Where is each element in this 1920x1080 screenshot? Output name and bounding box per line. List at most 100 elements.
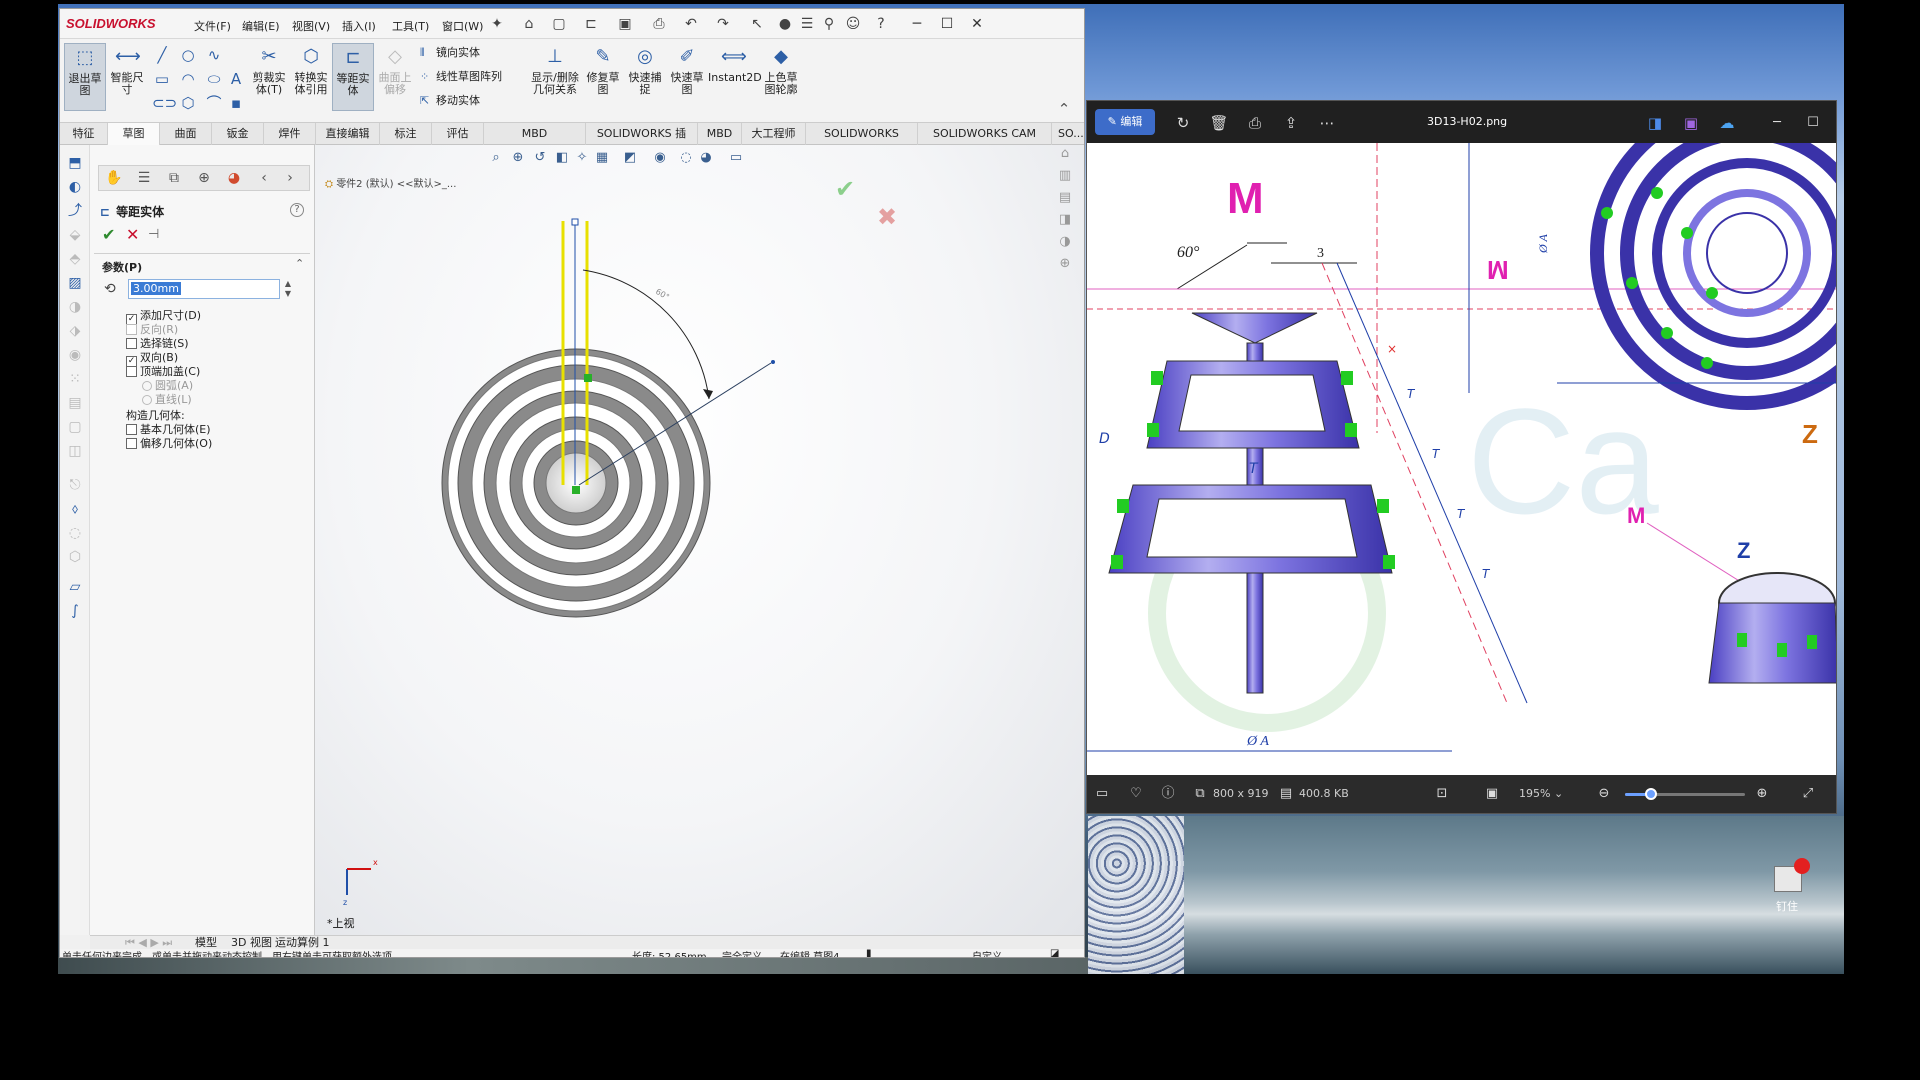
tab-scroll-right-icon[interactable]: ›: [277, 168, 303, 188]
tab-evaluate[interactable]: 评估: [432, 123, 484, 145]
helix-icon[interactable]: ∫: [65, 601, 85, 621]
checkbox-base-geometry[interactable]: 基本几何体(E): [126, 423, 211, 437]
pushpin-icon[interactable]: ⊣: [148, 227, 159, 242]
trim-button[interactable]: ✂ 剪裁实体(T): [248, 43, 290, 111]
photos-close-icon[interactable]: ✕: [1835, 113, 1836, 133]
cancel-x-icon[interactable]: ✕: [126, 225, 139, 244]
tab-more[interactable]: SO...: [1052, 123, 1084, 145]
quick-snaps-button[interactable]: ◎ 快速捕捉: [624, 43, 666, 111]
fillet-feature-icon[interactable]: ◉: [65, 345, 85, 365]
traffic-light-icon[interactable]: ●: [776, 15, 794, 33]
offset-distance-input[interactable]: 3.00mm: [128, 279, 280, 299]
tab-sketch[interactable]: 草图: [108, 123, 160, 145]
display-relations-button[interactable]: ⊥ 显示/删除几何关系: [530, 43, 580, 111]
filmstrip-icon[interactable]: ▭: [1093, 785, 1111, 803]
menu-window[interactable]: 窗口(W): [442, 18, 483, 34]
redo-icon[interactable]: ↷: [714, 15, 732, 33]
property-manager-icon[interactable]: ☰: [131, 168, 157, 188]
draft-icon[interactable]: ◫: [65, 441, 85, 461]
rib-icon[interactable]: ▤: [65, 393, 85, 413]
fit-to-window-icon[interactable]: ▣: [1483, 785, 1501, 803]
slot-icon[interactable]: ⊂⊃: [152, 93, 177, 113]
shaded-sketch-button[interactable]: ◆ 上色草图轮廓: [760, 43, 802, 111]
help-icon[interactable]: ?: [872, 15, 890, 33]
print-icon[interactable]: ⎙: [1245, 113, 1265, 133]
new-icon[interactable]: ▢: [550, 15, 568, 33]
zoom-slider[interactable]: [1625, 788, 1745, 800]
reference-geometry-icon[interactable]: ⬨: [65, 499, 85, 519]
move-entities-button[interactable]: ⇱ 移动实体: [420, 91, 480, 111]
collapse-ribbon-icon[interactable]: ⌃: [1054, 99, 1074, 119]
rapid-sketch-button[interactable]: ✐ 快速草图: [666, 43, 708, 111]
photos-minimize-icon[interactable]: ─: [1765, 113, 1789, 133]
surface-offset-button[interactable]: ◇ 曲面上偏移: [374, 43, 416, 111]
dimxpert-icon[interactable]: ⊕: [191, 168, 217, 188]
tab-mbd[interactable]: MBD: [698, 123, 742, 145]
pin-icon[interactable]: ✦: [488, 15, 506, 33]
menu-view[interactable]: 视图(V): [292, 18, 330, 34]
point-icon[interactable]: ▪: [226, 93, 246, 113]
plane-icon[interactable]: ▱: [65, 577, 85, 597]
repair-sketch-button[interactable]: ✎ 修复草图: [582, 43, 624, 111]
open-icon[interactable]: ⊏: [582, 15, 600, 33]
desktop-pin-shortcut[interactable]: 钉住: [1764, 856, 1814, 916]
tab-weldments[interactable]: 焊件: [264, 123, 316, 145]
graphics-area[interactable]: ⌕ ⊕ ↺ ◧ ✧ ▦ ◩ ◉ ◌ ◕ ▭ ⛭ 零件2 (默认) <<默认>_.…: [315, 145, 1085, 935]
rectangle-icon[interactable]: ▭: [152, 69, 172, 89]
text-icon[interactable]: A: [226, 69, 246, 89]
checkbox-bidirectional[interactable]: ✓ 双向(B): [126, 351, 178, 367]
fullscreen-icon[interactable]: ⤢: [1799, 785, 1817, 803]
clipchamp-icon[interactable]: ▣: [1681, 113, 1701, 133]
relation-marker[interactable]: [584, 374, 592, 382]
offset-entities-button[interactable]: ⊏ 等距实体: [332, 43, 374, 111]
help-button[interactable]: ?: [290, 203, 304, 217]
radio-lines[interactable]: 直线(L): [142, 393, 192, 407]
fillet-icon[interactable]: ⌒: [204, 93, 224, 113]
wrap-icon[interactable]: ⎋: [65, 475, 85, 495]
info-icon[interactable]: ⓘ: [1159, 785, 1177, 803]
tab-solidworks-cam-tbm[interactable]: SOLIDWORKS CAM TBM: [918, 123, 1052, 162]
tab-sheet-metal[interactable]: 钣金: [212, 123, 264, 145]
revolve-icon[interactable]: ◐: [65, 177, 85, 197]
paint-app-icon[interactable]: ◨: [1645, 113, 1665, 133]
ok-check-icon[interactable]: ✔: [102, 225, 115, 244]
edit-button[interactable]: ✎ 编辑: [1095, 109, 1155, 135]
convert-entities-button[interactable]: ⬡ 转换实体引用: [290, 43, 332, 111]
minimize-icon[interactable]: ─: [903, 13, 931, 35]
cut-extrude-icon[interactable]: ▨: [65, 273, 85, 293]
zoom-in-icon[interactable]: ⊕: [1753, 785, 1771, 803]
close-icon[interactable]: ✕: [963, 13, 991, 35]
line-icon[interactable]: ╱: [152, 45, 172, 65]
polygon-icon[interactable]: ⬡: [178, 93, 198, 113]
checkbox-offset-geometry[interactable]: 偏移几何体(O): [126, 437, 212, 451]
checkbox-cap-ends[interactable]: 顶端加盖(C): [126, 365, 200, 379]
radio-arcs[interactable]: 圆弧(A): [142, 379, 193, 393]
undo-icon[interactable]: ↶: [682, 15, 700, 33]
delete-icon[interactable]: 🗑: [1209, 113, 1229, 133]
onedrive-icon[interactable]: ☁: [1717, 113, 1737, 133]
visual-search-icon[interactable]: ⊡: [1433, 785, 1451, 803]
spline-icon[interactable]: ∿: [204, 45, 224, 65]
zoom-level-dropdown[interactable]: 195% ⌄: [1519, 787, 1563, 800]
tab-solidworks-addins[interactable]: SOLIDWORKS 插件: [586, 123, 698, 162]
tab-surfaces[interactable]: 曲面: [160, 123, 212, 145]
angled-line-endpoint[interactable]: [771, 360, 775, 364]
solidworks-logo[interactable]: SOLIDWORKS: [66, 16, 156, 31]
checkbox-add-dimensions[interactable]: ✓ 添加尺寸(D): [126, 309, 201, 325]
pattern-icon[interactable]: ⁙: [65, 369, 85, 389]
tab-solidworks-cam[interactable]: SOLIDWORKS CAM: [806, 123, 918, 162]
collapse-caret-icon[interactable]: ⌃: [295, 257, 304, 270]
photos-maximize-icon[interactable]: ☐: [1801, 113, 1825, 133]
menu-tools[interactable]: 工具(T): [392, 18, 429, 34]
more-icon[interactable]: ⋯: [1317, 113, 1337, 133]
sweep-icon[interactable]: ⤴: [65, 201, 85, 221]
save-icon[interactable]: ▣: [616, 15, 634, 33]
parameters-group[interactable]: 参数(P): [102, 259, 142, 275]
menu-insert[interactable]: 插入(I): [342, 18, 376, 34]
origin-marker[interactable]: [572, 486, 580, 494]
cut-revolve-icon[interactable]: ◑: [65, 297, 85, 317]
sketch-canvas[interactable]: 60° x z: [315, 145, 1085, 935]
menu-file[interactable]: 文件(F): [194, 18, 231, 34]
drawing-image[interactable]: Ca M M 60° 3 × T T T T T D Ø A Ø A Z M Z: [1087, 143, 1836, 775]
share-icon[interactable]: ⇪: [1281, 113, 1301, 133]
